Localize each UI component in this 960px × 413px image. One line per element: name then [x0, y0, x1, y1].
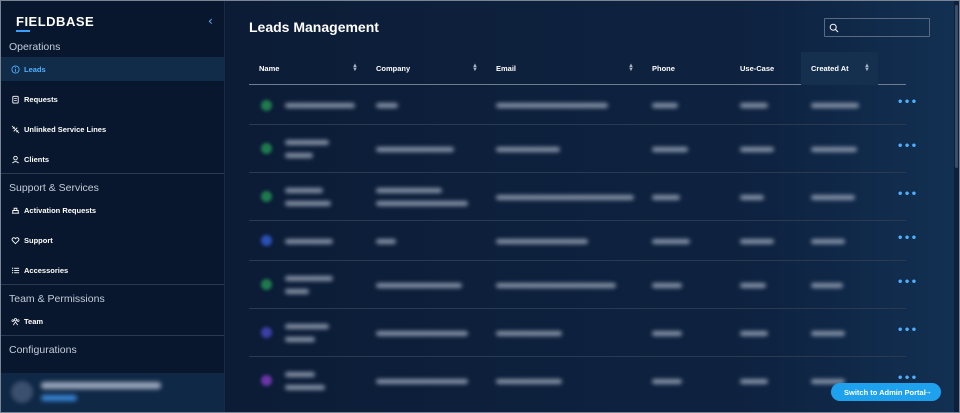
sidebar-item-label: Accessories	[24, 265, 69, 275]
table-row[interactable]: •••	[249, 125, 917, 173]
column-header-phone: Phone	[652, 64, 675, 73]
row-actions-button[interactable]: •••	[897, 233, 918, 244]
avatar	[261, 191, 272, 202]
sidebar-item-activation-requests[interactable]: Activation Requests	[1, 198, 224, 222]
sidebar-item-clients[interactable]: Clients	[1, 147, 224, 171]
avatar	[261, 100, 272, 111]
search-box[interactable]	[824, 18, 930, 37]
avatar	[261, 235, 272, 246]
avatar	[11, 381, 33, 403]
table-row[interactable]: •••	[249, 357, 917, 405]
list-icon	[9, 264, 21, 276]
table-row[interactable]: •••	[249, 221, 917, 261]
team-icon	[9, 315, 21, 327]
row-actions-button[interactable]: •••	[897, 325, 918, 336]
sidebar-item-requests[interactable]: Requests	[1, 87, 224, 111]
heart-handshake-icon	[9, 234, 21, 246]
sidebar-item-label: Requests	[24, 94, 58, 104]
avatar	[261, 375, 272, 386]
avatar	[261, 327, 272, 338]
section-title-support-services: Support & Services	[9, 182, 99, 194]
brand-name: FIELDBASE	[16, 13, 95, 29]
section-title-team-permissions: Team & Permissions	[9, 293, 105, 305]
sidebar-item-accessories[interactable]: Accessories	[1, 258, 224, 282]
sidebar-item-label: Team	[24, 316, 44, 326]
section-divider	[1, 284, 224, 285]
table-header: Name ▲ ▼ Company ▲ ▼ Email ▲ ▼ Phone Use-Ca…	[249, 52, 906, 85]
sidebar: FIELDBASE ‹ Operations Leads Requests Un…	[1, 1, 225, 412]
column-header-name[interactable]: Name ▲ ▼	[249, 52, 366, 85]
leads-table: Name ▲ ▼ Company ▲ ▼ Email ▲ ▼ Phone Use-Ca…	[249, 52, 917, 405]
sidebar-item-label: Unlinked Service Lines	[24, 124, 107, 134]
table-row[interactable]: •••	[249, 261, 917, 309]
section-title-configurations: Configurations	[9, 344, 77, 356]
sort-icon: ▲ ▼	[628, 63, 634, 73]
table-row[interactable]: •••	[249, 173, 917, 221]
sidebar-item-unlinked-service-lines[interactable]: Unlinked Service Lines	[1, 117, 224, 141]
column-header-use-case: Use-Case	[740, 64, 775, 73]
section-divider	[1, 335, 224, 336]
table-row[interactable]: •••	[249, 309, 917, 357]
main-content: Leads Management Name ▲ ▼ Company ▲ ▼ Emai…	[226, 1, 954, 412]
column-header-created-at[interactable]: Created At ▲ ▼	[801, 52, 878, 85]
row-actions-button[interactable]: •••	[897, 189, 918, 200]
column-header-company[interactable]: Company ▲ ▼	[366, 52, 486, 85]
sort-icon: ▲ ▼	[472, 63, 478, 73]
sidebar-item-support[interactable]: Support	[1, 228, 224, 252]
page-title: Leads Management	[249, 19, 379, 35]
table-row[interactable]: •••	[249, 85, 917, 125]
search-input[interactable]	[842, 23, 928, 32]
scrollbar[interactable]	[954, 1, 959, 412]
brand-logo[interactable]: FIELDBASE	[16, 13, 95, 32]
switch-to-admin-portal-button[interactable]: Switch to Admin Portal →	[831, 383, 941, 401]
section-divider	[1, 173, 224, 174]
row-actions-button[interactable]: •••	[897, 277, 918, 288]
sort-icon: ▲ ▼	[352, 63, 358, 73]
clipboard-icon	[9, 93, 21, 105]
sidebar-item-label: Activation Requests	[24, 205, 97, 215]
unlink-icon	[9, 123, 21, 135]
chevron-left-icon[interactable]: ‹	[208, 14, 213, 28]
avatar	[261, 143, 272, 154]
brand-accent	[16, 30, 30, 32]
sidebar-item-label: Clients	[24, 154, 50, 164]
user-profile[interactable]	[1, 373, 224, 412]
sidebar-item-team[interactable]: Team	[1, 309, 224, 333]
avatar	[261, 279, 272, 290]
section-title-operations: Operations	[9, 41, 61, 53]
sidebar-item-label: Support	[24, 235, 53, 245]
user-name-redacted	[41, 382, 161, 389]
info-circle-icon	[9, 63, 21, 75]
row-actions-button[interactable]: •••	[897, 141, 918, 152]
sidebar-item-label: Leads	[24, 64, 46, 74]
arrow-right-icon: →	[923, 386, 932, 396]
column-header-email[interactable]: Email ▲ ▼	[486, 52, 642, 85]
user-icon	[9, 153, 21, 165]
scrollbar-thumb[interactable]	[955, 5, 958, 168]
sort-icon: ▲ ▼	[864, 63, 870, 73]
sidebar-item-leads[interactable]: Leads	[1, 57, 224, 81]
search-icon	[829, 23, 839, 32]
activation-icon	[9, 204, 21, 216]
user-role-redacted	[41, 395, 77, 401]
row-actions-button[interactable]: •••	[897, 97, 918, 108]
